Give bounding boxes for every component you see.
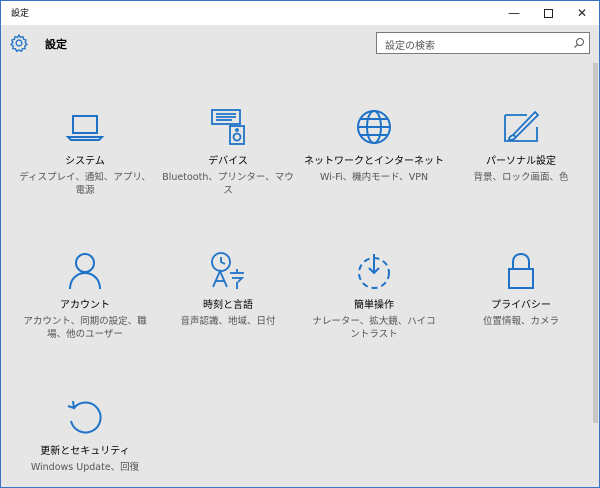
close-icon: ✕	[576, 6, 588, 20]
tile-name: プライバシー	[491, 300, 551, 311]
tile-accounts[interactable]: アカウント アカウント、同期の設定、職場、他のユーザー	[15, 251, 155, 341]
gear-icon	[10, 33, 28, 53]
tile-update-security[interactable]: 更新とセキュリティ Windows Update、回復	[15, 397, 155, 474]
tile-name: パーソナル設定	[486, 156, 556, 167]
close-button[interactable]: ✕	[565, 1, 599, 25]
tile-name: 簡単操作	[354, 300, 394, 311]
window-title: 設定	[11, 9, 30, 19]
tile-description: ナレーター、拡大鏡、ハイコントラスト	[312, 316, 436, 340]
search-input[interactable]: 設定の検索	[376, 32, 590, 54]
tile-name: 時刻と言語	[203, 300, 253, 311]
maximize-icon	[543, 8, 553, 18]
tile-personalization[interactable]: パーソナル設定 背景、ロック画面、色	[451, 107, 591, 184]
scrollbar[interactable]	[593, 63, 598, 423]
tile-network[interactable]: ネットワークとインターネット Wi-Fi、機内モード、VPN	[304, 107, 444, 184]
paint-icon	[504, 110, 540, 142]
tile-description: ディスプレイ、通知、アプリ、電源	[19, 172, 151, 196]
tile-name: システム	[65, 156, 105, 167]
tile-name: 更新とセキュリティ	[40, 446, 130, 457]
lock-icon	[508, 252, 534, 289]
tile-name: ネットワークとインターネット	[304, 156, 444, 167]
update-icon	[67, 400, 102, 434]
person-icon	[69, 253, 101, 290]
laptop-icon	[65, 115, 105, 141]
minimize-icon: —	[508, 6, 520, 20]
tile-privacy[interactable]: プライバシー 位置情報、カメラ	[451, 251, 591, 328]
settings-header: 設定 設定の検索	[1, 25, 599, 63]
tile-description: 位置情報、カメラ	[482, 316, 559, 327]
ease-of-access-icon	[358, 254, 390, 289]
search-placeholder: 設定の検索	[385, 41, 435, 52]
tile-name: アカウント	[60, 300, 110, 311]
search-icon[interactable]	[573, 37, 585, 49]
devices-icon	[211, 109, 245, 145]
page-title: 設定	[45, 38, 67, 51]
settings-window: 設定 — ✕ 設定 設定の検索 システム ディスプレイ、通知、アプリ、電源 デバ…	[0, 0, 600, 488]
tile-description: Bluetooth、プリンター、マウス	[162, 172, 294, 196]
tile-name: デバイス	[208, 156, 248, 167]
maximize-button[interactable]	[531, 1, 565, 25]
tile-description: Windows Update、回復	[30, 462, 140, 473]
tile-description: 背景、ロック画面、色	[473, 172, 569, 183]
globe-icon	[357, 110, 391, 144]
tile-description: Wi-Fi、機内モード、VPN	[319, 172, 429, 183]
tile-devices[interactable]: デバイス Bluetooth、プリンター、マウス	[158, 107, 298, 197]
title-bar[interactable]: 設定 — ✕	[1, 1, 599, 25]
tile-description: 音声認識、地域、日付	[180, 316, 276, 327]
tile-ease-of-access[interactable]: 簡単操作 ナレーター、拡大鏡、ハイコントラスト	[304, 251, 444, 341]
tile-time-language[interactable]: 時刻と言語 音声認識、地域、日付	[158, 251, 298, 328]
minimize-button[interactable]: —	[497, 1, 531, 25]
tile-description: アカウント、同期の設定、職場、他のユーザー	[23, 316, 147, 340]
time-language-icon	[211, 252, 245, 289]
tile-system[interactable]: システム ディスプレイ、通知、アプリ、電源	[15, 107, 155, 197]
